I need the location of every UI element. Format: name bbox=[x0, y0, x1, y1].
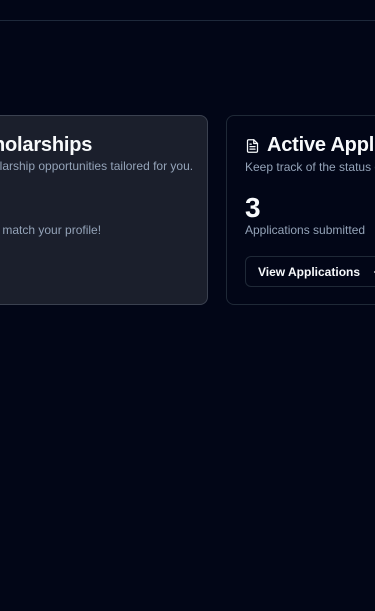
match-text: s match your profile! bbox=[0, 223, 102, 237]
card-description: Keep track of the status of y bbox=[245, 160, 375, 174]
header-divider bbox=[0, 20, 375, 21]
active-applications-card: Active Applica Keep track of the status … bbox=[226, 115, 375, 305]
page: holarships olarship opportunities tailor… bbox=[0, 0, 375, 611]
card-title: Active Applica bbox=[267, 134, 375, 156]
scholarships-card: holarships olarship opportunities tailor… bbox=[0, 115, 208, 305]
card-description: olarship opportunities tailored for you. bbox=[0, 159, 194, 173]
document-icon bbox=[246, 138, 259, 153]
view-applications-button[interactable]: View Applications bbox=[245, 256, 375, 287]
card-title: holarships bbox=[0, 134, 93, 156]
applications-count-label: Applications submitted bbox=[245, 223, 366, 237]
applications-count: 3 bbox=[245, 192, 261, 223]
card-header: Active Applica bbox=[245, 134, 375, 157]
button-label: View Applications bbox=[258, 264, 361, 279]
